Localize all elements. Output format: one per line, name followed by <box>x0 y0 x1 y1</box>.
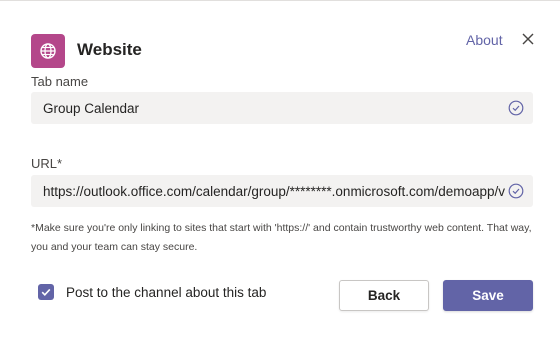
globe-icon <box>40 43 56 59</box>
close-icon <box>522 33 534 45</box>
close-button[interactable] <box>518 29 538 49</box>
url-field <box>31 175 533 207</box>
url-label: URL* <box>31 156 63 171</box>
website-app-icon <box>31 34 65 68</box>
back-button[interactable]: Back <box>339 280 429 311</box>
website-tab-dialog: Website About Tab name URL* *Make sure y… <box>0 0 560 337</box>
tab-name-input[interactable] <box>31 92 505 124</box>
security-note: *Make sure you're only linking to sites … <box>31 222 532 253</box>
post-to-channel-checkbox[interactable] <box>38 284 54 300</box>
check-circle-icon <box>508 100 524 116</box>
save-button[interactable]: Save <box>443 280 533 311</box>
check-circle-icon <box>508 183 524 199</box>
about-link[interactable]: About <box>466 32 503 48</box>
tab-name-label: Tab name <box>31 74 89 89</box>
tab-name-field <box>31 92 533 124</box>
post-to-channel-label: Post to the channel about this tab <box>66 285 267 300</box>
dialog-title: Website <box>77 40 142 59</box>
url-input[interactable] <box>31 175 505 207</box>
checkmark-icon <box>41 288 51 296</box>
